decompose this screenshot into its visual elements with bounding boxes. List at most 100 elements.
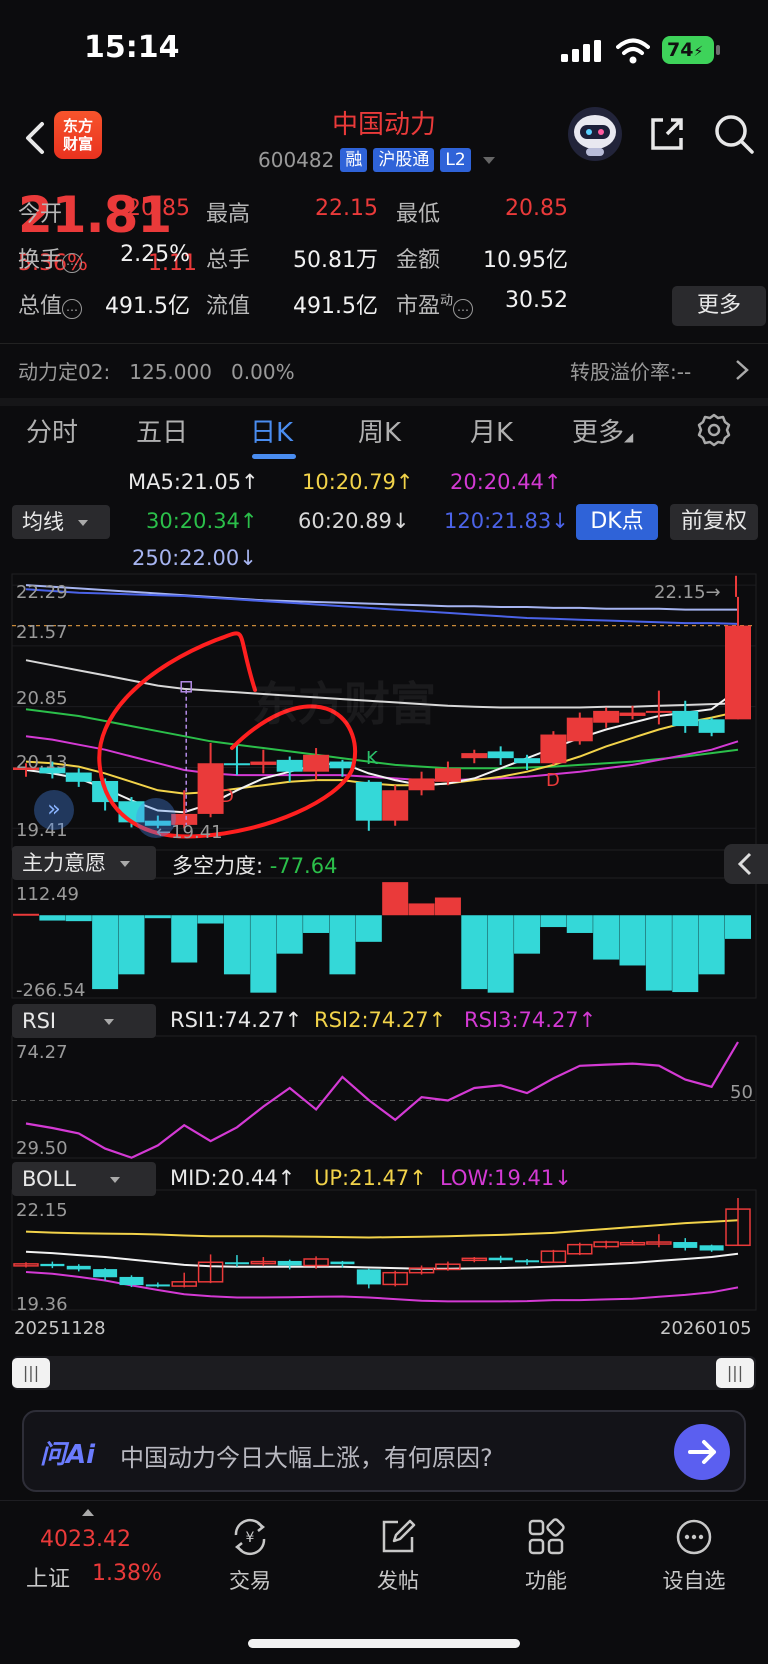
candle-body [408,778,435,791]
ma30-legend: 30:20.34↑ [146,509,258,533]
indicator-selector-label: 主力意愿 [22,851,106,875]
ai-question-bar[interactable]: 问Ai 中国动力今日大幅上涨，有何原因? [22,1410,746,1492]
chevron-right-icon[interactable] [734,358,750,382]
rsi2-legend: RSI2:74.27↑ [314,1008,447,1032]
candle-body [487,751,514,759]
boll-mid-line [25,1250,739,1270]
zhuli-y-top: 112.49 [16,884,79,905]
zhuli-bar [540,915,567,928]
boll-low-line [25,1271,739,1303]
zhuli-bar [487,915,514,993]
zhuli-bar [566,915,593,933]
index-label[interactable]: 上证 [26,1561,70,1593]
quote-value: 491.5亿 [105,294,190,319]
indicator-selector-label: RSI [22,1009,57,1033]
zhuli-bar [514,915,541,954]
dk-point-button[interactable]: DK点 [576,504,658,540]
zhuli-bar [197,915,224,924]
range-handle-right[interactable]: ||| [716,1358,754,1388]
nav-watchlist[interactable]: 设自选 [644,1515,744,1595]
main-y-label-4: 20.13 [16,752,68,773]
nav-trade[interactable]: ¥ 交易 [200,1515,300,1595]
chevron-down-icon [482,156,495,164]
tab-weekly-k[interactable]: 周K [358,412,401,449]
quote-value: 30.52 [505,288,568,313]
tab-monthly-k[interactable]: 月K [470,412,513,449]
conversion-premium[interactable]: 转股溢价率:-- [570,356,691,385]
indicator-selector-boll[interactable]: BOLL [12,1162,156,1196]
indicator-selector-label: 均线 [22,510,64,534]
forward-adjust-button[interactable]: 前复权 [670,504,758,540]
zhuli-bar [118,915,145,975]
tab-more[interactable]: 更多◢ [572,412,633,449]
indicator-selector-ma[interactable]: 均线 [12,505,110,539]
robot-assistant-icon[interactable] [566,106,624,162]
candle-body [619,712,646,716]
signal-d-2: D [546,770,560,791]
index-pct[interactable]: 1.38% [92,1561,162,1586]
zhuli-bar [645,915,672,991]
main-y-label-3: 20.85 [16,688,68,709]
scroll-handle-icon[interactable] [136,798,176,838]
zhuli-bar [329,915,356,975]
info-icon[interactable]: … [62,299,83,319]
zhuli-bar [144,915,171,919]
signal-k: K [366,748,378,769]
battery-nub [716,45,720,55]
boll-candle-body [673,1242,698,1248]
zhuli-bar [303,915,330,933]
tab-intraday[interactable]: 分时 [26,412,78,449]
boll-up-legend: UP:21.47↑ [314,1166,427,1190]
nav-post[interactable]: 发帖 [348,1515,448,1595]
quote-key: 市盈动… [396,288,474,320]
tab-daily-k[interactable]: 日K [250,412,293,449]
info-icon[interactable]: … [62,253,83,273]
range-handle-left[interactable]: ||| [12,1358,50,1388]
search-icon[interactable] [712,112,756,156]
ai-send-button[interactable] [674,1424,730,1480]
zhuli-bar [250,915,277,993]
convertible-bond-info: 动力定02: 125.000 0.00% [18,360,295,384]
quote-value: 20.85 [505,196,568,221]
quote-value: 491.5亿 [293,294,378,319]
boll-y-bottom: 19.36 [16,1294,68,1315]
candle-body [276,759,303,772]
expand-left-icon[interactable]: » [34,790,74,830]
candle-body [672,710,699,727]
share-icon[interactable] [647,114,687,154]
range-slider-track[interactable] [12,1356,756,1390]
chevron-down-icon [78,520,88,526]
zhuli-label: 多空力度: -77.64 [172,854,337,878]
ai-prompt-text[interactable]: 中国动力今日大幅上涨，有何原因? [120,1438,493,1473]
rsi3-legend: RSI3:74.27↑ [464,1008,597,1032]
cellular-signal-icon [561,40,601,62]
more-button[interactable]: 更多 [672,286,766,326]
stock-code-row[interactable]: 600482 融 沪股通 L2 [258,146,495,174]
stock-code: 600482 [258,148,335,172]
indicator-selector-rsi[interactable]: RSI [12,1004,156,1038]
indicator-selector-zhuli[interactable]: 主力意愿 [12,846,156,880]
boll-candle-body [699,1245,724,1251]
collapse-panel-button[interactable] [724,844,768,884]
home-indicator [248,1639,520,1648]
quote-value: 22.15 [315,196,378,221]
divider [0,343,768,344]
candle-body [540,734,567,764]
zhuli-bar [39,915,66,921]
quote-value: 50.81万 [293,248,378,273]
candle-body [566,717,593,742]
zhuli-bar [434,897,461,916]
quote-value: 20.85 [127,196,190,221]
tab-five-day[interactable]: 五日 [136,412,188,449]
zhuli-bar [65,915,92,922]
ma20-legend: 20:20.44↑ [450,470,562,494]
chevron-down-icon [109,1177,120,1183]
status-bar: 15:14 74⚡ [0,0,768,100]
ma120-legend: 120:21.83↓ [444,509,569,533]
gear-icon[interactable] [696,412,732,448]
arrow-right-icon [688,1440,716,1464]
ma5-legend: MA5:21.05↑ [128,470,259,494]
nav-functions[interactable]: 功能 [496,1515,596,1595]
candle-body [65,772,92,782]
index-value[interactable]: 4023.42 [40,1527,131,1552]
